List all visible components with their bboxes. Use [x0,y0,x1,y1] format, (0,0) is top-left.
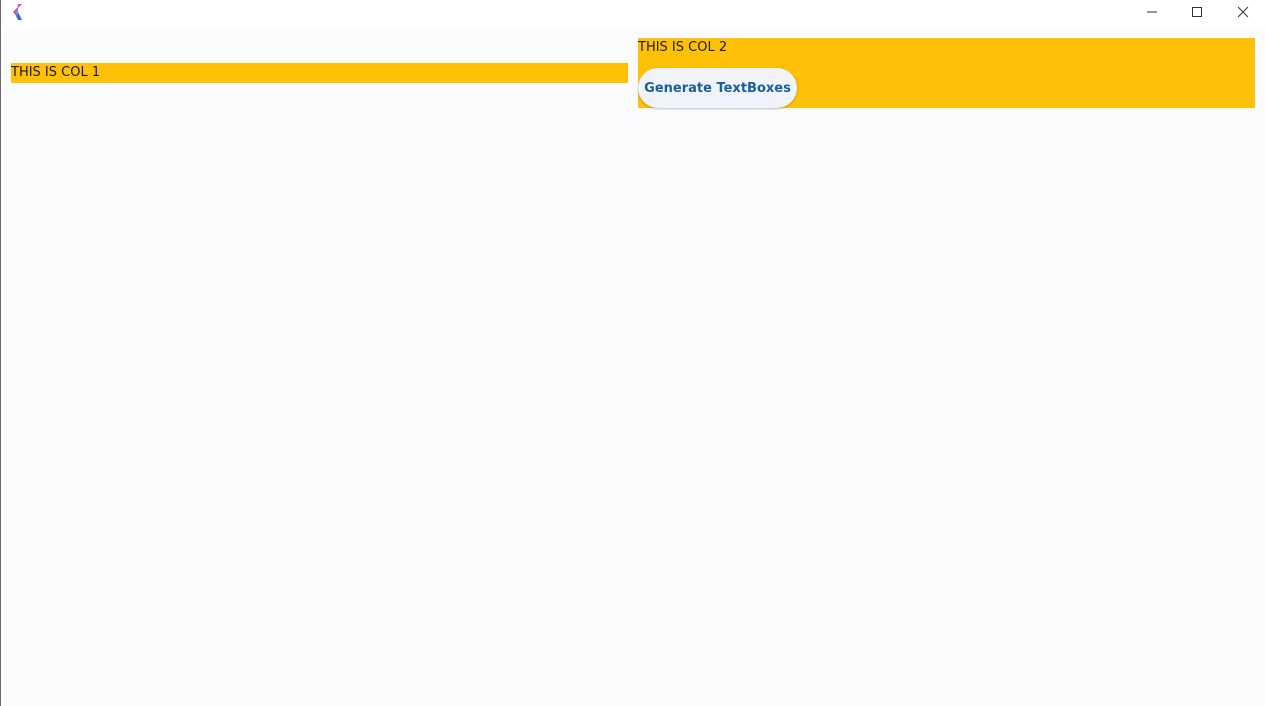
column-2: THIS IS COL 2 Generate TextBoxes [638,38,1255,108]
close-icon [1237,3,1249,22]
column-1-label: THIS IS COL 1 [11,65,101,80]
column-1: THIS IS COL 1 [11,63,628,83]
title-bar[interactable] [1,0,1265,30]
column-2-label: THIS IS COL 2 [638,40,728,55]
minimize-button[interactable] [1129,0,1175,24]
maximize-icon [1191,3,1203,22]
app-window: THIS IS COL 1 THIS IS COL 2 Generate Tex… [0,0,1265,706]
close-button[interactable] [1220,0,1265,24]
maximize-button[interactable] [1174,0,1220,24]
flutter-app-icon [10,4,24,20]
generate-textboxes-button[interactable]: Generate TextBoxes [638,68,797,108]
minimize-icon [1146,3,1158,22]
